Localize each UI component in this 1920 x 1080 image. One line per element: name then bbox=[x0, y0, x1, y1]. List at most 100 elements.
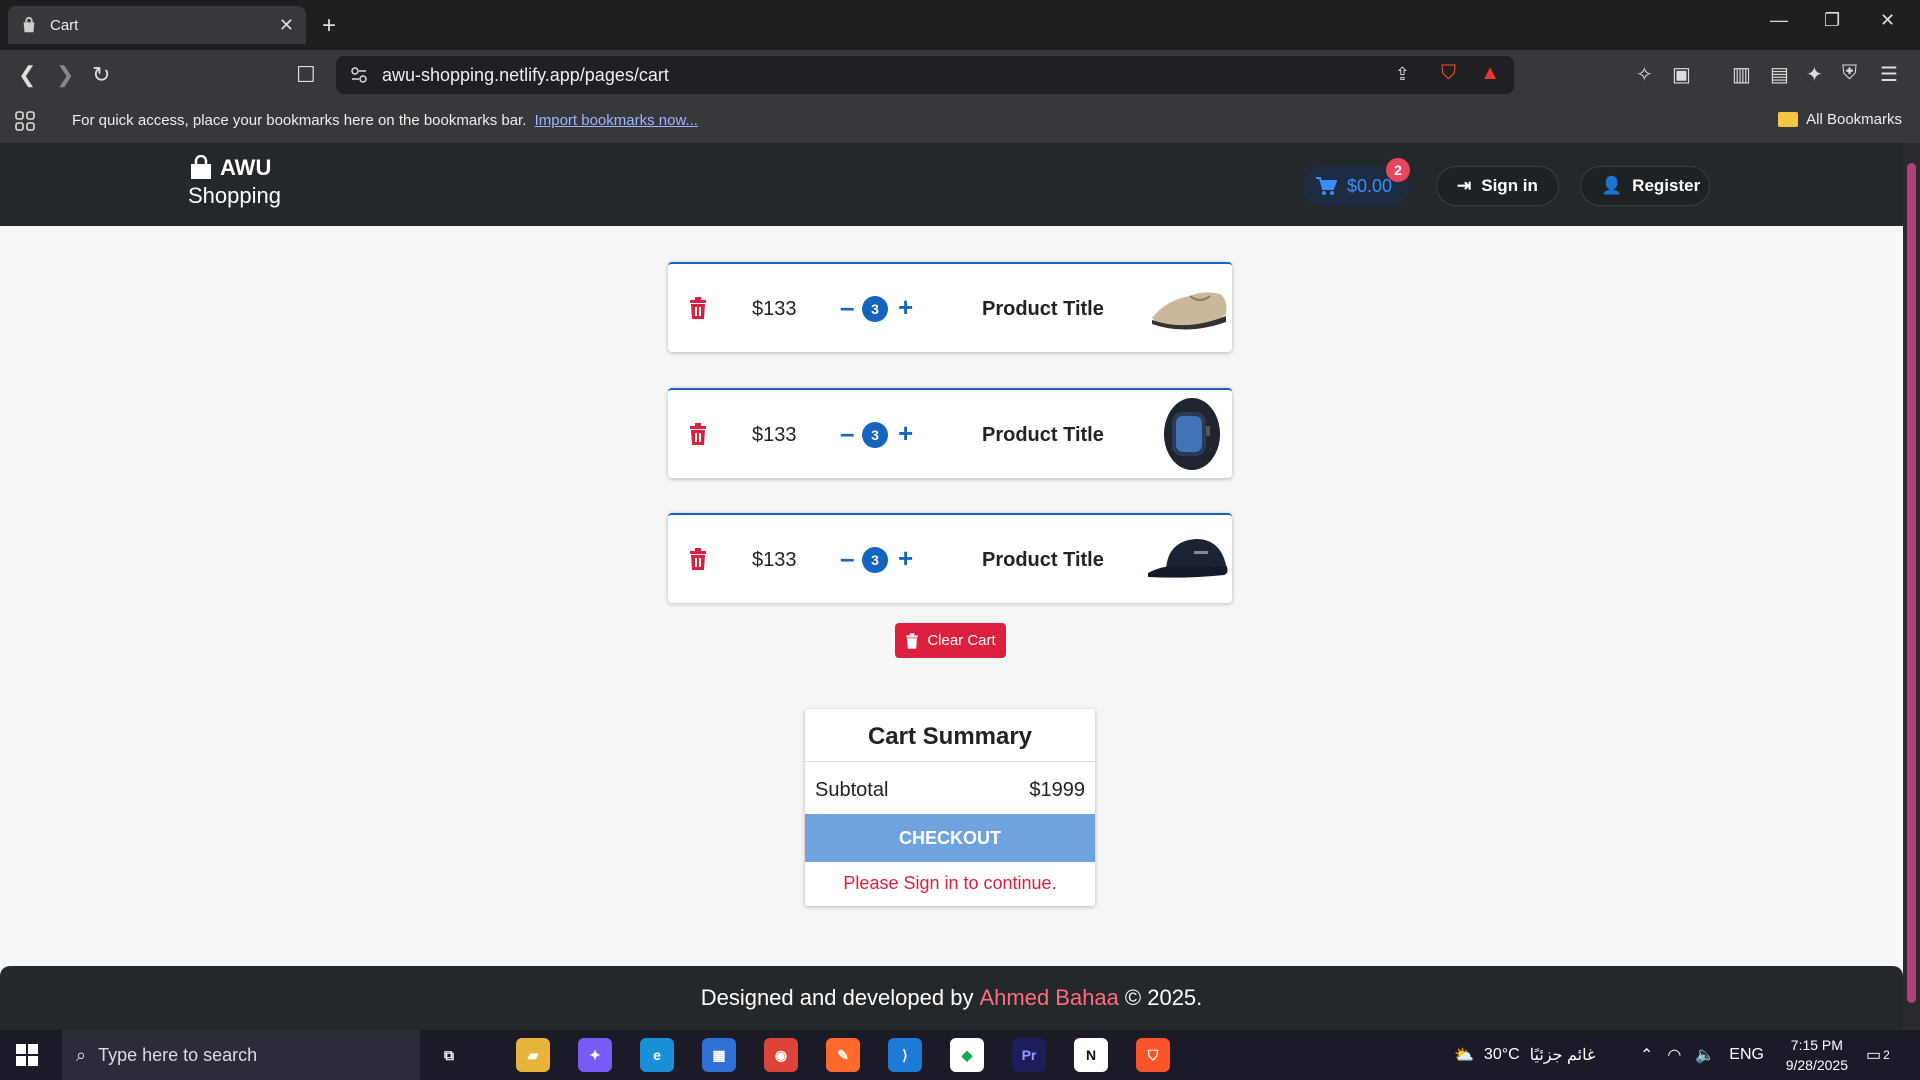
taskbar-search[interactable]: ⌕ Type here to search bbox=[62, 1030, 420, 1080]
footer-copyright: © 2025. bbox=[1124, 985, 1203, 1010]
cap-image bbox=[1148, 539, 1228, 578]
task-view-icon[interactable]: ⧉ bbox=[432, 1038, 466, 1072]
vpn-icon[interactable]: ⛨ bbox=[1842, 62, 1857, 85]
new-tab-button[interactable]: + bbox=[322, 12, 336, 40]
share-icon[interactable]: ⇪ bbox=[1395, 64, 1410, 85]
all-bookmarks-button[interactable]: All Bookmarks bbox=[1778, 111, 1902, 128]
bookmarks-bar: For quick access, place your bookmarks h… bbox=[0, 100, 1920, 143]
scrollbar[interactable] bbox=[1903, 143, 1920, 1030]
product-title: Product Title bbox=[982, 298, 1104, 320]
brave-icon[interactable]: ⛉ bbox=[1136, 1038, 1170, 1072]
partly-cloudy-icon: ⛅ bbox=[1454, 1047, 1474, 1064]
weather-temp: 30°C bbox=[1483, 1046, 1520, 1063]
notifications-button[interactable]: ▭ 2 bbox=[1866, 1030, 1890, 1080]
sidebar-icon[interactable]: ▥ bbox=[1732, 62, 1751, 87]
reload-icon[interactable]: ↻ bbox=[92, 62, 110, 88]
edge-icon[interactable]: e bbox=[640, 1038, 674, 1072]
logo-title: AWU bbox=[220, 155, 272, 180]
close-icon[interactable]: ✕ bbox=[279, 15, 294, 36]
search-icon: ⌕ bbox=[76, 1044, 87, 1065]
back-icon[interactable]: ❮ bbox=[18, 62, 36, 88]
import-bookmarks-link[interactable]: Import bookmarks now... bbox=[535, 112, 698, 129]
clock-time: 7:15 PM bbox=[1790, 1037, 1843, 1053]
cart-item: $133 – 3 + Product Title bbox=[668, 262, 1232, 352]
register-button[interactable]: 👤 Register bbox=[1580, 166, 1710, 206]
url-text: awu-shopping.netlify.app/pages/cart bbox=[382, 64, 669, 85]
restore-icon[interactable]: ❐ bbox=[1824, 10, 1840, 31]
trash-icon[interactable] bbox=[688, 423, 708, 445]
menu-icon[interactable]: ☰ bbox=[1880, 62, 1898, 87]
extensions-icon[interactable]: ✧ bbox=[1636, 62, 1653, 87]
bookmark-icon[interactable]: ☐ bbox=[296, 62, 316, 88]
product-title: Product Title bbox=[982, 549, 1104, 571]
quantity-badge: 3 bbox=[862, 296, 888, 322]
clear-cart-label: Clear Cart bbox=[927, 632, 996, 649]
leo-ai-icon[interactable]: ✦ bbox=[1806, 62, 1823, 87]
shoe-image bbox=[1152, 292, 1227, 330]
author-link[interactable]: Ahmed Bahaa bbox=[979, 985, 1118, 1011]
wifi-icon[interactable]: ◠ bbox=[1667, 1045, 1681, 1065]
store-icon[interactable]: ▦ bbox=[702, 1038, 736, 1072]
summary-divider bbox=[805, 761, 1095, 762]
cart-total: $0.00 bbox=[1347, 175, 1393, 196]
item-price: $133 bbox=[752, 298, 797, 320]
checkout-button[interactable]: CHECKOUT bbox=[805, 814, 1095, 862]
taskbar-clock[interactable]: 7:15 PM 9/28/2025 bbox=[1786, 1035, 1848, 1075]
user-plus-icon: 👤 bbox=[1601, 176, 1623, 195]
notion-icon[interactable]: N bbox=[1074, 1038, 1108, 1072]
copilot-icon[interactable]: ✦ bbox=[578, 1038, 612, 1072]
sign-in-button[interactable]: ⇥ Sign in bbox=[1436, 166, 1559, 206]
cart-item: $133 – 3 + Product Title bbox=[668, 388, 1232, 478]
site-footer: Designed and developed by Ahmed Bahaa © … bbox=[0, 966, 1903, 1030]
minimize-icon[interactable]: — bbox=[1770, 10, 1788, 31]
scrollbar-thumb[interactable] bbox=[1907, 163, 1916, 1003]
tab-cart[interactable]: Cart ✕ bbox=[8, 6, 306, 44]
apps-grid-icon[interactable] bbox=[14, 110, 36, 132]
increase-quantity-button[interactable]: + bbox=[898, 418, 913, 449]
mongodb-icon[interactable]: ◆ bbox=[950, 1038, 984, 1072]
vscode-icon[interactable]: ⟩ bbox=[888, 1038, 922, 1072]
site-header: AWU Shopping $0.00 2 ⇥ Sign in 👤 Registe… bbox=[0, 143, 1903, 226]
signin-warning: Please Sign in to continue. bbox=[843, 873, 1057, 893]
clear-cart-button[interactable]: Clear Cart bbox=[895, 623, 1006, 658]
notification-count: 2 bbox=[1883, 1048, 1890, 1062]
volume-icon[interactable]: 🔈 bbox=[1695, 1045, 1715, 1065]
shopping-bag-icon bbox=[23, 16, 35, 33]
brave-shields-icon[interactable]: ⛉ bbox=[1441, 62, 1456, 85]
address-bar[interactable]: awu-shopping.netlify.app/pages/cart ⇪ ⛉ … bbox=[336, 56, 1514, 94]
forward-icon[interactable]: ❯ bbox=[56, 62, 74, 88]
quantity-badge: 3 bbox=[862, 547, 888, 573]
shopping-bag-icon bbox=[191, 155, 211, 179]
watch-image bbox=[1164, 398, 1220, 470]
quantity-badge: 3 bbox=[862, 422, 888, 448]
trash-icon[interactable] bbox=[688, 548, 708, 570]
increase-quantity-button[interactable]: + bbox=[898, 292, 913, 323]
footer-credit: Designed and developed by bbox=[700, 985, 974, 1010]
increase-quantity-button[interactable]: + bbox=[898, 543, 913, 574]
site-logo[interactable]: AWU Shopping bbox=[188, 155, 281, 209]
trash-icon[interactable] bbox=[688, 297, 708, 319]
premiere-icon[interactable]: Pr bbox=[1012, 1038, 1046, 1072]
brave-rewards-icon[interactable]: ▲ bbox=[1480, 62, 1500, 85]
decrease-quantity-button[interactable]: – bbox=[840, 543, 854, 574]
search-placeholder: Type here to search bbox=[98, 1044, 258, 1065]
site-settings-icon[interactable] bbox=[350, 66, 368, 84]
wallet-icon[interactable]: ▤ bbox=[1770, 62, 1789, 87]
summary-title: Cart Summary bbox=[867, 723, 1033, 750]
all-bookmarks-label: All Bookmarks bbox=[1806, 111, 1902, 128]
postman-icon[interactable]: ✎ bbox=[826, 1038, 860, 1072]
decrease-quantity-button[interactable]: – bbox=[840, 292, 854, 323]
language-indicator[interactable]: ENG bbox=[1729, 1046, 1764, 1064]
decrease-quantity-button[interactable]: – bbox=[840, 418, 854, 449]
reader-icon[interactable]: ▣ bbox=[1672, 62, 1691, 87]
chrome-icon[interactable]: ◉ bbox=[764, 1038, 798, 1072]
windows-start-icon[interactable] bbox=[16, 1044, 38, 1066]
file-explorer-icon[interactable]: ▰ bbox=[516, 1038, 550, 1072]
chevron-up-icon[interactable]: ⌃ bbox=[1640, 1045, 1653, 1065]
browser-toolbar: ❮ ❯ ↻ ☐ awu-shopping.netlify.app/pages/c… bbox=[0, 50, 1920, 100]
close-window-icon[interactable]: ✕ bbox=[1880, 10, 1895, 31]
subtotal-label: Subtotal bbox=[815, 779, 889, 801]
trash-icon bbox=[906, 632, 918, 649]
weather-widget[interactable]: ⛅ 30°C غائم جزئيًا bbox=[1454, 1030, 1595, 1080]
subtotal-value: $1999 bbox=[1029, 779, 1085, 801]
